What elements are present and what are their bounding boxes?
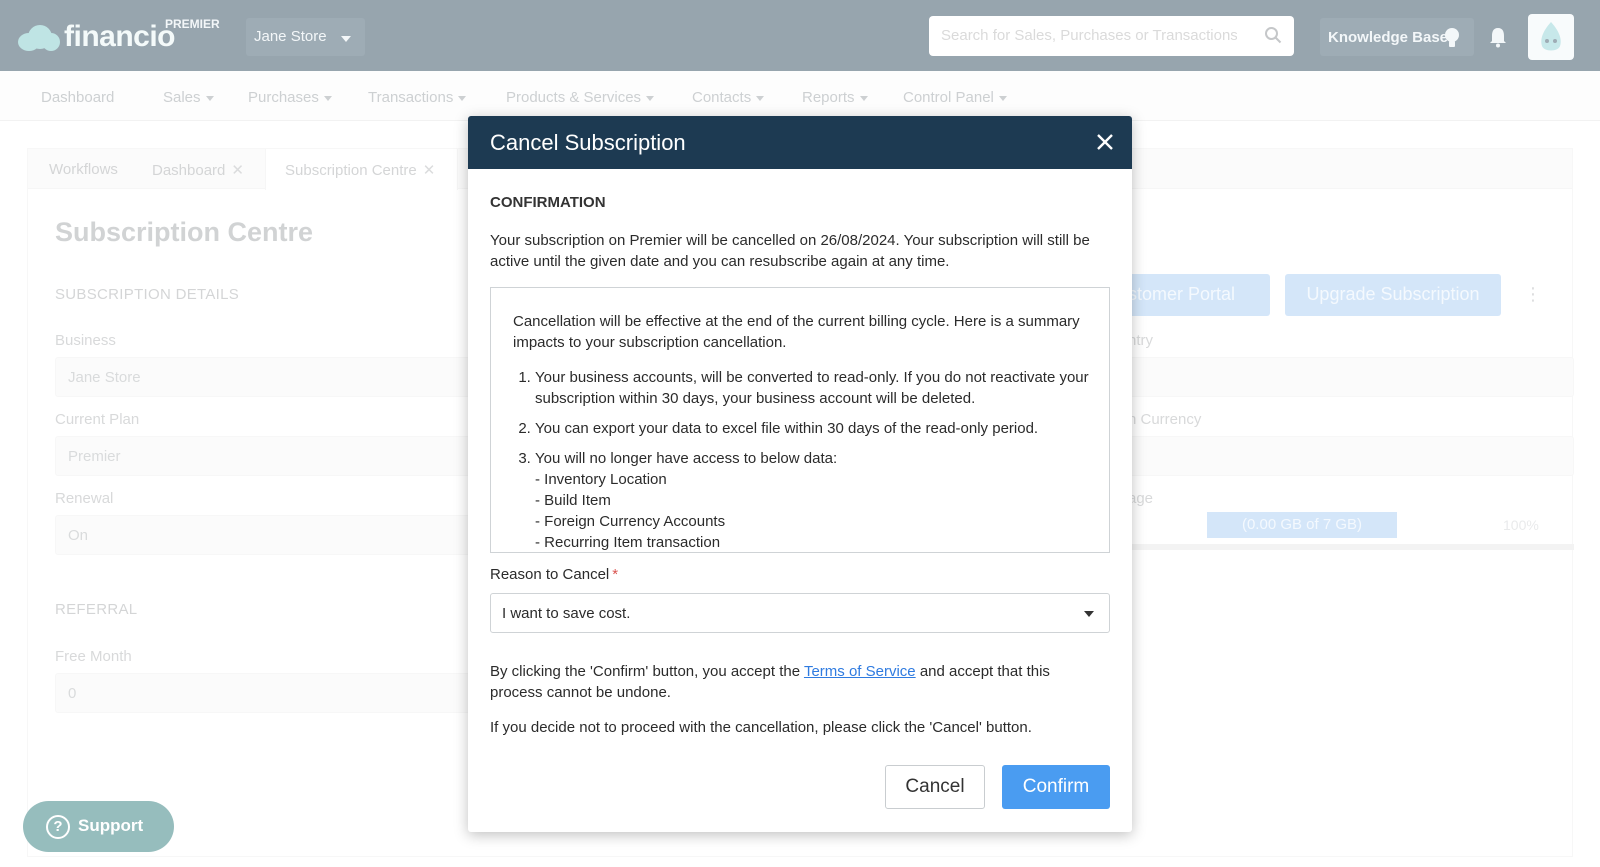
reason-label: Reason to Cancel * bbox=[490, 566, 618, 583]
impact-subitem: - Recurring Item transaction bbox=[535, 534, 721, 551]
caret-down-icon bbox=[1084, 611, 1094, 617]
close-icon[interactable] bbox=[1095, 132, 1115, 152]
impact-item: Your business accounts, will be converte… bbox=[535, 367, 1093, 409]
impact-subitem: - Inventory Location bbox=[535, 471, 667, 488]
terms-prefix: By clicking the 'Confirm' button, you ac… bbox=[490, 663, 804, 680]
reason-select[interactable]: I want to save cost. bbox=[490, 593, 1110, 633]
reason-selected-value: I want to save cost. bbox=[502, 605, 631, 622]
cancellation-intro: Your subscription on Premier will be can… bbox=[490, 232, 1090, 270]
modal-header: Cancel Subscription bbox=[468, 116, 1132, 169]
impact-summary-content: Cancellation will be effective at the en… bbox=[513, 311, 1093, 552]
terms-of-service-link[interactable]: Terms of Service bbox=[804, 663, 916, 680]
impact-item: You will no longer have access to below … bbox=[535, 448, 1093, 552]
impact-subitem: - Foreign Currency Accounts bbox=[535, 513, 726, 530]
impact-item-text: You will no longer have access to below … bbox=[535, 450, 838, 467]
terms-notice: By clicking the 'Confirm' button, you ac… bbox=[490, 661, 1106, 703]
impact-summary-box[interactable]: Cancellation will be effective at the en… bbox=[490, 287, 1110, 553]
cancel-button[interactable]: Cancel bbox=[885, 765, 985, 809]
impact-subitem: - Build Item bbox=[535, 492, 611, 509]
cancel-note: If you decide not to proceed with the ca… bbox=[490, 719, 1032, 736]
confirmation-heading: CONFIRMATION bbox=[490, 194, 606, 211]
required-mark: * bbox=[612, 566, 619, 583]
confirm-button[interactable]: Confirm bbox=[1002, 765, 1110, 809]
impact-list: Your business accounts, will be converte… bbox=[513, 367, 1093, 552]
impact-item: You can export your data to excel file w… bbox=[535, 418, 1093, 439]
modal-title: Cancel Subscription bbox=[490, 130, 686, 155]
reason-label-text: Reason to Cancel bbox=[490, 566, 610, 583]
cancel-subscription-modal: Cancel Subscription CONFIRMATION Your su… bbox=[468, 116, 1132, 832]
impact-intro: Cancellation will be effective at the en… bbox=[513, 313, 1080, 351]
